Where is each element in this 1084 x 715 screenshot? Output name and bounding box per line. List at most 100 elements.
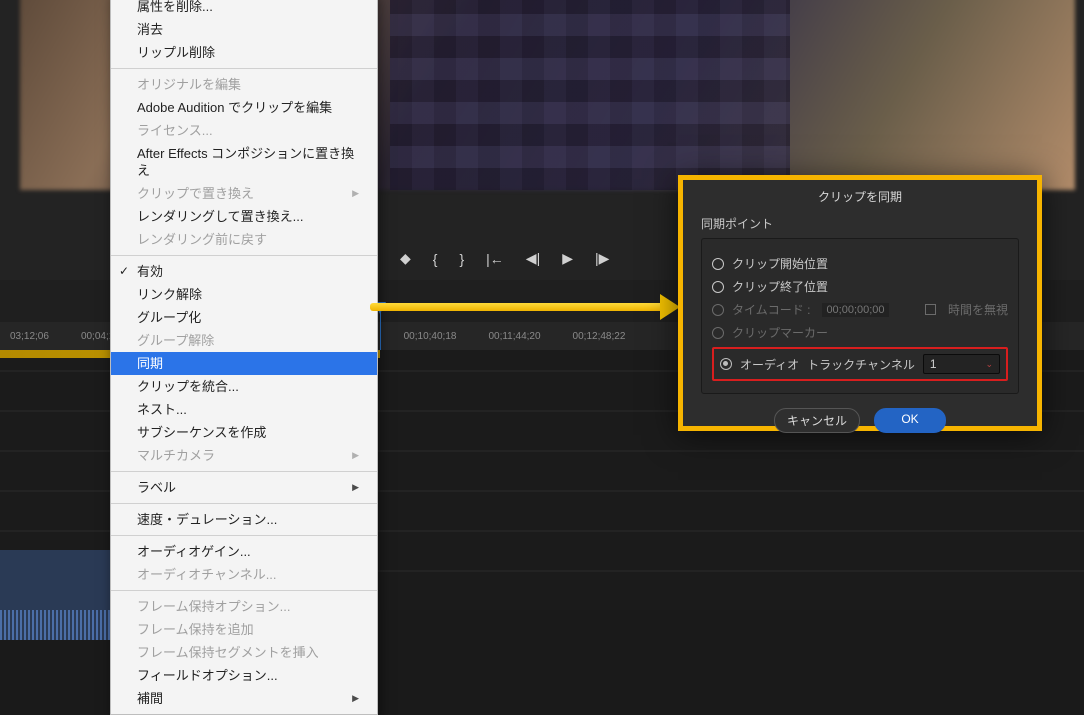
menu-item[interactable]: 同期 [111,352,377,375]
menu-item-label: 消去 [137,21,163,38]
menu-item-label: グループ化 [137,309,201,326]
radio-icon [712,281,724,293]
menu-item[interactable]: 有効 [111,260,377,283]
radio-icon [712,258,724,270]
menu-item[interactable]: グループ化 [111,306,377,329]
menu-item[interactable]: 補間 [111,687,377,710]
menu-item[interactable]: レンダリングして置き換え... [111,205,377,228]
menu-item[interactable]: 消去 [111,18,377,41]
cancel-button[interactable]: キャンセル [774,408,860,433]
ruler-tick: 00;12;48;22 [573,331,626,342]
select-value: 1 [930,357,937,371]
ruler-tick: 00;10;40;18 [404,331,457,342]
radio-icon [712,304,724,316]
menu-item-label: サブシーケンスを作成 [137,424,266,441]
menu-item: ライセンス... [111,119,377,142]
menu-item-label: クリップで置き換え [137,185,254,202]
menu-item-label: オーディオゲイン... [137,543,251,560]
opt-clip-start[interactable]: クリップ開始位置 [712,255,1008,272]
radio-icon[interactable] [720,358,732,370]
menu-item: オリジナルを編集 [111,73,377,96]
menu-item-label: ネスト... [137,401,187,418]
audio-clip[interactable] [0,550,110,640]
preview-pixelation [390,0,790,190]
menu-item-label: 速度・デュレーション... [137,511,277,528]
transport-controls: ◆ { } |← ◀| ▶ |▶ [400,250,609,267]
menu-item-label: オリジナルを編集 [137,76,241,93]
step-back-icon[interactable]: ◀| [526,250,540,267]
in-point-icon[interactable]: { [433,251,438,267]
menu-item[interactable]: フィールドオプション... [111,664,377,687]
menu-item[interactable]: リップル削除 [111,41,377,64]
menu-item-label: レンダリング前に戻す [137,231,267,248]
menu-item: グループ解除 [111,329,377,352]
menu-item: フレーム保持セグメントを挿入 [111,641,377,664]
menu-item-label: ラベル [137,479,176,496]
arrow-head-icon [660,294,680,320]
menu-item[interactable]: オーディオゲイン... [111,540,377,563]
sync-point-group-label: 同期ポイント [701,215,1019,232]
menu-item-label: レンダリングして置き換え... [137,208,303,225]
menu-item[interactable]: 属性を削除... [111,0,377,18]
menu-item: マルチカメラ [111,444,377,467]
menu-item[interactable]: サブシーケンスを作成 [111,421,377,444]
opt-audio-highlight: オーディオ トラックチャンネル 1 ⌄ [712,347,1008,381]
checkbox-icon [925,304,936,315]
menu-item-label: After Effects コンポジションに置き換え [137,145,359,179]
annotation-arrow [370,298,680,316]
menu-item: レンダリング前に戻す [111,228,377,251]
chevron-down-icon: ⌄ [985,359,993,370]
menu-item[interactable]: Adobe Audition でクリップを編集 [111,96,377,119]
menu-item-label: クリップを統合... [137,378,239,395]
opt-label: タイムコード : [732,301,810,318]
menu-item[interactable]: リンク解除 [111,283,377,306]
menu-item: クリップで置き換え [111,182,377,205]
menu-item-label: 属性を削除... [137,0,213,15]
opt-clip-end[interactable]: クリップ終了位置 [712,278,1008,295]
opt-label: クリップマーカー [732,324,828,341]
menu-item[interactable]: After Effects コンポジションに置き換え [111,142,377,182]
menu-item-label: オーディオチャンネル... [137,566,277,583]
menu-item[interactable]: クリップを統合... [111,375,377,398]
radio-icon [712,327,724,339]
step-fwd-icon[interactable]: |▶ [595,250,609,267]
audio-track-channel-select[interactable]: 1 ⌄ [923,354,1000,374]
ignore-hours-label: 時間を無視 [948,301,1008,318]
menu-item[interactable]: ラベル [111,476,377,499]
out-point-icon[interactable]: } [459,251,464,267]
menu-separator [111,68,377,69]
menu-item-label: フレーム保持を追加 [137,621,254,638]
opt-audio-label-b: トラックチャンネル [807,356,915,373]
clip-context-menu: 属性を削除... 消去リップル削除オリジナルを編集 Adobe Audition で… [110,0,378,715]
menu-item[interactable]: 速度・デュレーション... [111,508,377,531]
menu-item-label: リンク解除 [137,286,202,303]
marker-icon[interactable]: ◆ [400,250,411,267]
opt-audio-label-a: オーディオ [740,356,799,373]
menu-item-label: フィールドオプション... [137,667,278,684]
go-to-in-icon[interactable]: |← [486,251,504,267]
menu-item[interactable]: ネスト... [111,398,377,421]
menu-item-label: ライセンス... [137,122,213,139]
menu-separator [111,471,377,472]
ok-button[interactable]: OK [874,408,946,433]
menu-item-label: フレーム保持オプション... [137,598,290,615]
menu-separator [111,590,377,591]
menu-item: フレーム保持を追加 [111,618,377,641]
menu-item-label: グループ解除 [137,332,214,349]
opt-clip-marker: クリップマーカー [712,324,1008,341]
ruler-tick: 00;11;44;20 [488,331,540,342]
menu-separator [111,255,377,256]
menu-item-label: 有効 [137,263,163,280]
play-icon[interactable]: ▶ [562,250,573,267]
menu-item: オーディオチャンネル... [111,563,377,586]
sync-point-options: クリップ開始位置 クリップ終了位置 タイムコード : 00;00;00;00 時… [701,238,1019,394]
menu-item-label: 同期 [137,355,163,372]
synchronize-clips-dialog: クリップを同期 同期ポイント クリップ開始位置 クリップ終了位置 タイムコード … [678,175,1042,431]
dialog-title: クリップを同期 [683,180,1037,215]
menu-item-label: マルチカメラ [137,447,215,464]
timecode-value: 00;00;00;00 [822,303,888,317]
menu-item: フレーム保持オプション... [111,595,377,618]
ruler-tick: 03;12;06 [10,331,49,342]
menu-item-label: Adobe Audition でクリップを編集 [137,99,332,116]
menu-item-label: 補間 [137,690,163,707]
